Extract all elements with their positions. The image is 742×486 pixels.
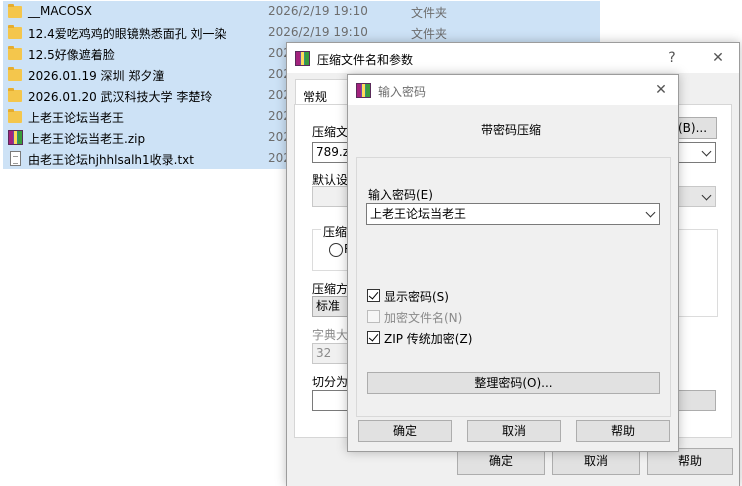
file-date: 2026/2/19 19:10 [268,4,368,18]
organize-passwords-button[interactable]: 整理密码(O)... [367,372,660,394]
file-name: 12.4爱吃鸡鸡的眼镜熟悉面孔 刘一染 [28,27,227,41]
file-name: __MACOSX [28,4,93,18]
file-row[interactable]: __MACOSX 2026/2/19 19:10 文件夹 [3,1,600,22]
file-name: 由老王论坛hjhhlsalh1收录.txt [28,153,194,167]
archive-icon [8,129,24,146]
folder-icon [8,24,24,41]
split-volumes-label: 切分为 [312,375,349,389]
archive-format-label: 压缩 [321,223,350,240]
file-name: 12.5好像遮着脸 [28,48,115,62]
password-dialog-titlebar[interactable]: 输入密码 ✕ [348,75,678,105]
folder-icon [8,87,24,104]
main-dialog-titlebar[interactable]: 压缩文件名和参数 ? ✕ [287,43,739,73]
profile-field[interactable] [312,186,352,207]
zip-legacy-encryption-checkbox[interactable] [367,331,380,344]
password-dialog-title: 输入密码 [378,85,427,99]
password-help-button[interactable]: 帮助 [576,420,670,442]
dictionary-size-dropdown[interactable]: 32 [312,343,352,364]
encrypt-filenames-label: 加密文件名(N) [384,311,463,325]
tab-general[interactable]: 常规 [295,79,351,106]
enter-password-label: 输入密码(E) [368,188,433,202]
folder-icon [8,45,24,62]
show-password-checkbox[interactable] [367,289,380,302]
help-icon[interactable]: ? [659,47,685,69]
encrypt-filenames-checkbox[interactable] [367,310,380,323]
split-volumes-input[interactable] [312,390,352,411]
compression-method-label: 压缩方 [312,282,349,296]
chevron-down-icon [701,190,712,201]
password-input[interactable]: 上老王论坛当老王 [366,203,660,225]
chevron-down-icon [645,207,656,218]
dictionary-size-label: 字典大 [312,328,349,342]
main-cancel-button[interactable]: 取消 [552,448,640,475]
enter-password-dialog: 输入密码 ✕ 带密码压缩 输入密码(E) 上老王论坛当老王 显示密码(S) 加密… [347,74,679,452]
folder-icon [8,108,24,125]
close-icon[interactable]: ✕ [705,47,731,69]
folder-icon [8,3,24,20]
file-date: 2026/2/19 19:10 [268,25,368,39]
file-name: 2026.01.19 深圳 郑夕潼 [28,69,165,83]
main-dialog-title: 压缩文件名和参数 [317,53,414,67]
winrar-icon [356,83,371,98]
close-icon[interactable]: ✕ [648,79,674,101]
file-row[interactable]: 12.4爱吃鸡鸡的眼镜熟悉面孔 刘一染 2026/2/19 19:10 文件夹 [3,22,600,43]
file-name: 上老王论坛当老王.zip [28,132,146,146]
archive-name-label: 压缩文 [312,125,349,139]
main-help-button[interactable]: 帮助 [647,448,733,475]
compression-method-dropdown[interactable]: 标准 [312,296,352,317]
password-input-value: 上老王论坛当老王 [370,207,467,221]
show-password-label: 显示密码(S) [384,290,449,304]
password-heading: 带密码压缩 [481,123,542,137]
winrar-icon [295,51,310,66]
file-type: 文件夹 [411,6,448,20]
main-ok-button[interactable]: 确定 [457,448,545,475]
zip-legacy-encryption-label: ZIP 传统加密(Z) [384,332,473,346]
file-name: 2026.01.20 武汉科技大学 李楚玲 [28,90,213,104]
format-radio[interactable] [329,243,343,257]
password-ok-button[interactable]: 确定 [358,420,452,442]
file-name: 上老王论坛当老王 [28,111,125,125]
folder-icon [8,66,24,83]
archive-name-input[interactable]: 789.zip [312,142,360,163]
chevron-down-icon [701,146,712,157]
file-type: 文件夹 [411,27,448,41]
text-file-icon [8,150,24,167]
password-cancel-button[interactable]: 取消 [467,420,561,442]
tab-general-label: 常规 [303,90,328,104]
